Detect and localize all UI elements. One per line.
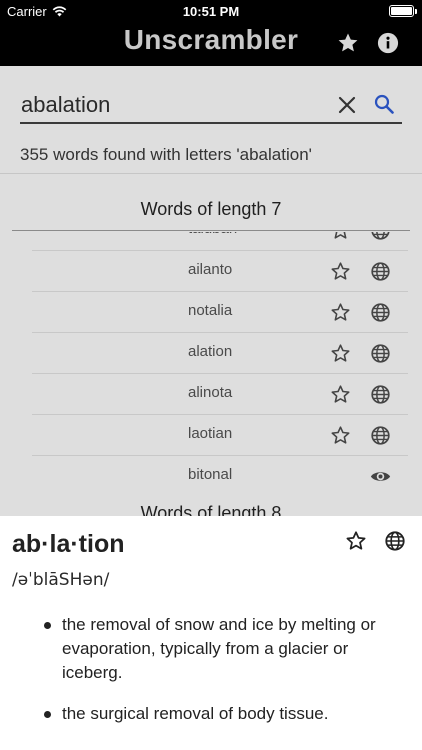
search-input[interactable] — [20, 88, 320, 122]
info-icon[interactable] — [377, 32, 399, 54]
pronunciation: /əˈblāSHən/ — [12, 570, 110, 590]
globe-icon[interactable] — [370, 261, 391, 282]
clear-icon[interactable] — [338, 96, 356, 114]
word-text: taluban — [188, 232, 237, 237]
star-outline-icon[interactable] — [330, 425, 351, 446]
eye-icon[interactable] — [370, 466, 391, 487]
word-row[interactable]: alinota — [32, 374, 408, 415]
globe-icon[interactable] — [370, 343, 391, 364]
star-outline-icon[interactable] — [345, 530, 367, 552]
word-list: taluban ailanto notalia alation alinota … — [0, 232, 422, 490]
star-outline-icon[interactable] — [330, 384, 351, 405]
definition-list: the removal of snow and ice by melting o… — [44, 613, 384, 743]
section-divider — [12, 230, 410, 231]
word-text: laotian — [188, 425, 233, 442]
word-row[interactable]: notalia — [32, 292, 408, 333]
star-outline-icon[interactable] — [330, 302, 351, 323]
search-icon[interactable] — [374, 94, 394, 114]
result-count: 355 words found with letters 'abalation' — [20, 145, 312, 164]
globe-icon[interactable] — [384, 530, 406, 552]
definition-panel: ab·la·tion /əˈblāSHən/ the removal of sn… — [0, 516, 422, 750]
section-header-length-8: Words of length 8 — [140, 503, 282, 516]
globe-icon[interactable] — [370, 232, 391, 241]
star-outline-icon[interactable] — [330, 343, 351, 364]
main-content: 355 words found with letters 'abalation'… — [0, 66, 422, 516]
globe-icon[interactable] — [370, 425, 391, 446]
star-outline-icon[interactable] — [330, 261, 351, 282]
globe-icon[interactable] — [370, 302, 391, 323]
clock: 10:51 PM — [182, 4, 240, 19]
top-bar: Carrier 10:51 PM Unscrambler — [0, 0, 422, 66]
word-row[interactable]: laotian — [32, 415, 408, 456]
star-outline-icon[interactable] — [330, 232, 351, 241]
word-text: bitonal — [188, 466, 233, 483]
word-text: ailanto — [188, 261, 233, 278]
word-row[interactable]: alation — [32, 333, 408, 374]
word-row[interactable]: bitonal — [32, 456, 408, 490]
globe-icon[interactable] — [370, 384, 391, 405]
definition-word: ab·la·tion — [12, 530, 125, 558]
word-text: alation — [188, 343, 233, 360]
word-text: notalia — [188, 302, 233, 319]
search-bar — [20, 88, 402, 124]
word-row[interactable]: taluban — [32, 232, 408, 251]
section-header-length-7: Words of length 7 — [140, 199, 282, 219]
definition-item: the surgical removal of body tissue. — [44, 702, 384, 726]
divider — [0, 173, 422, 174]
word-text: alinota — [188, 384, 233, 401]
favorites-star-icon[interactable] — [336, 31, 360, 55]
definition-item: the removal of snow and ice by melting o… — [44, 613, 384, 685]
status-bar: Carrier 10:51 PM — [0, 0, 422, 22]
battery-icon — [389, 5, 417, 17]
word-row[interactable]: ailanto — [32, 251, 408, 292]
